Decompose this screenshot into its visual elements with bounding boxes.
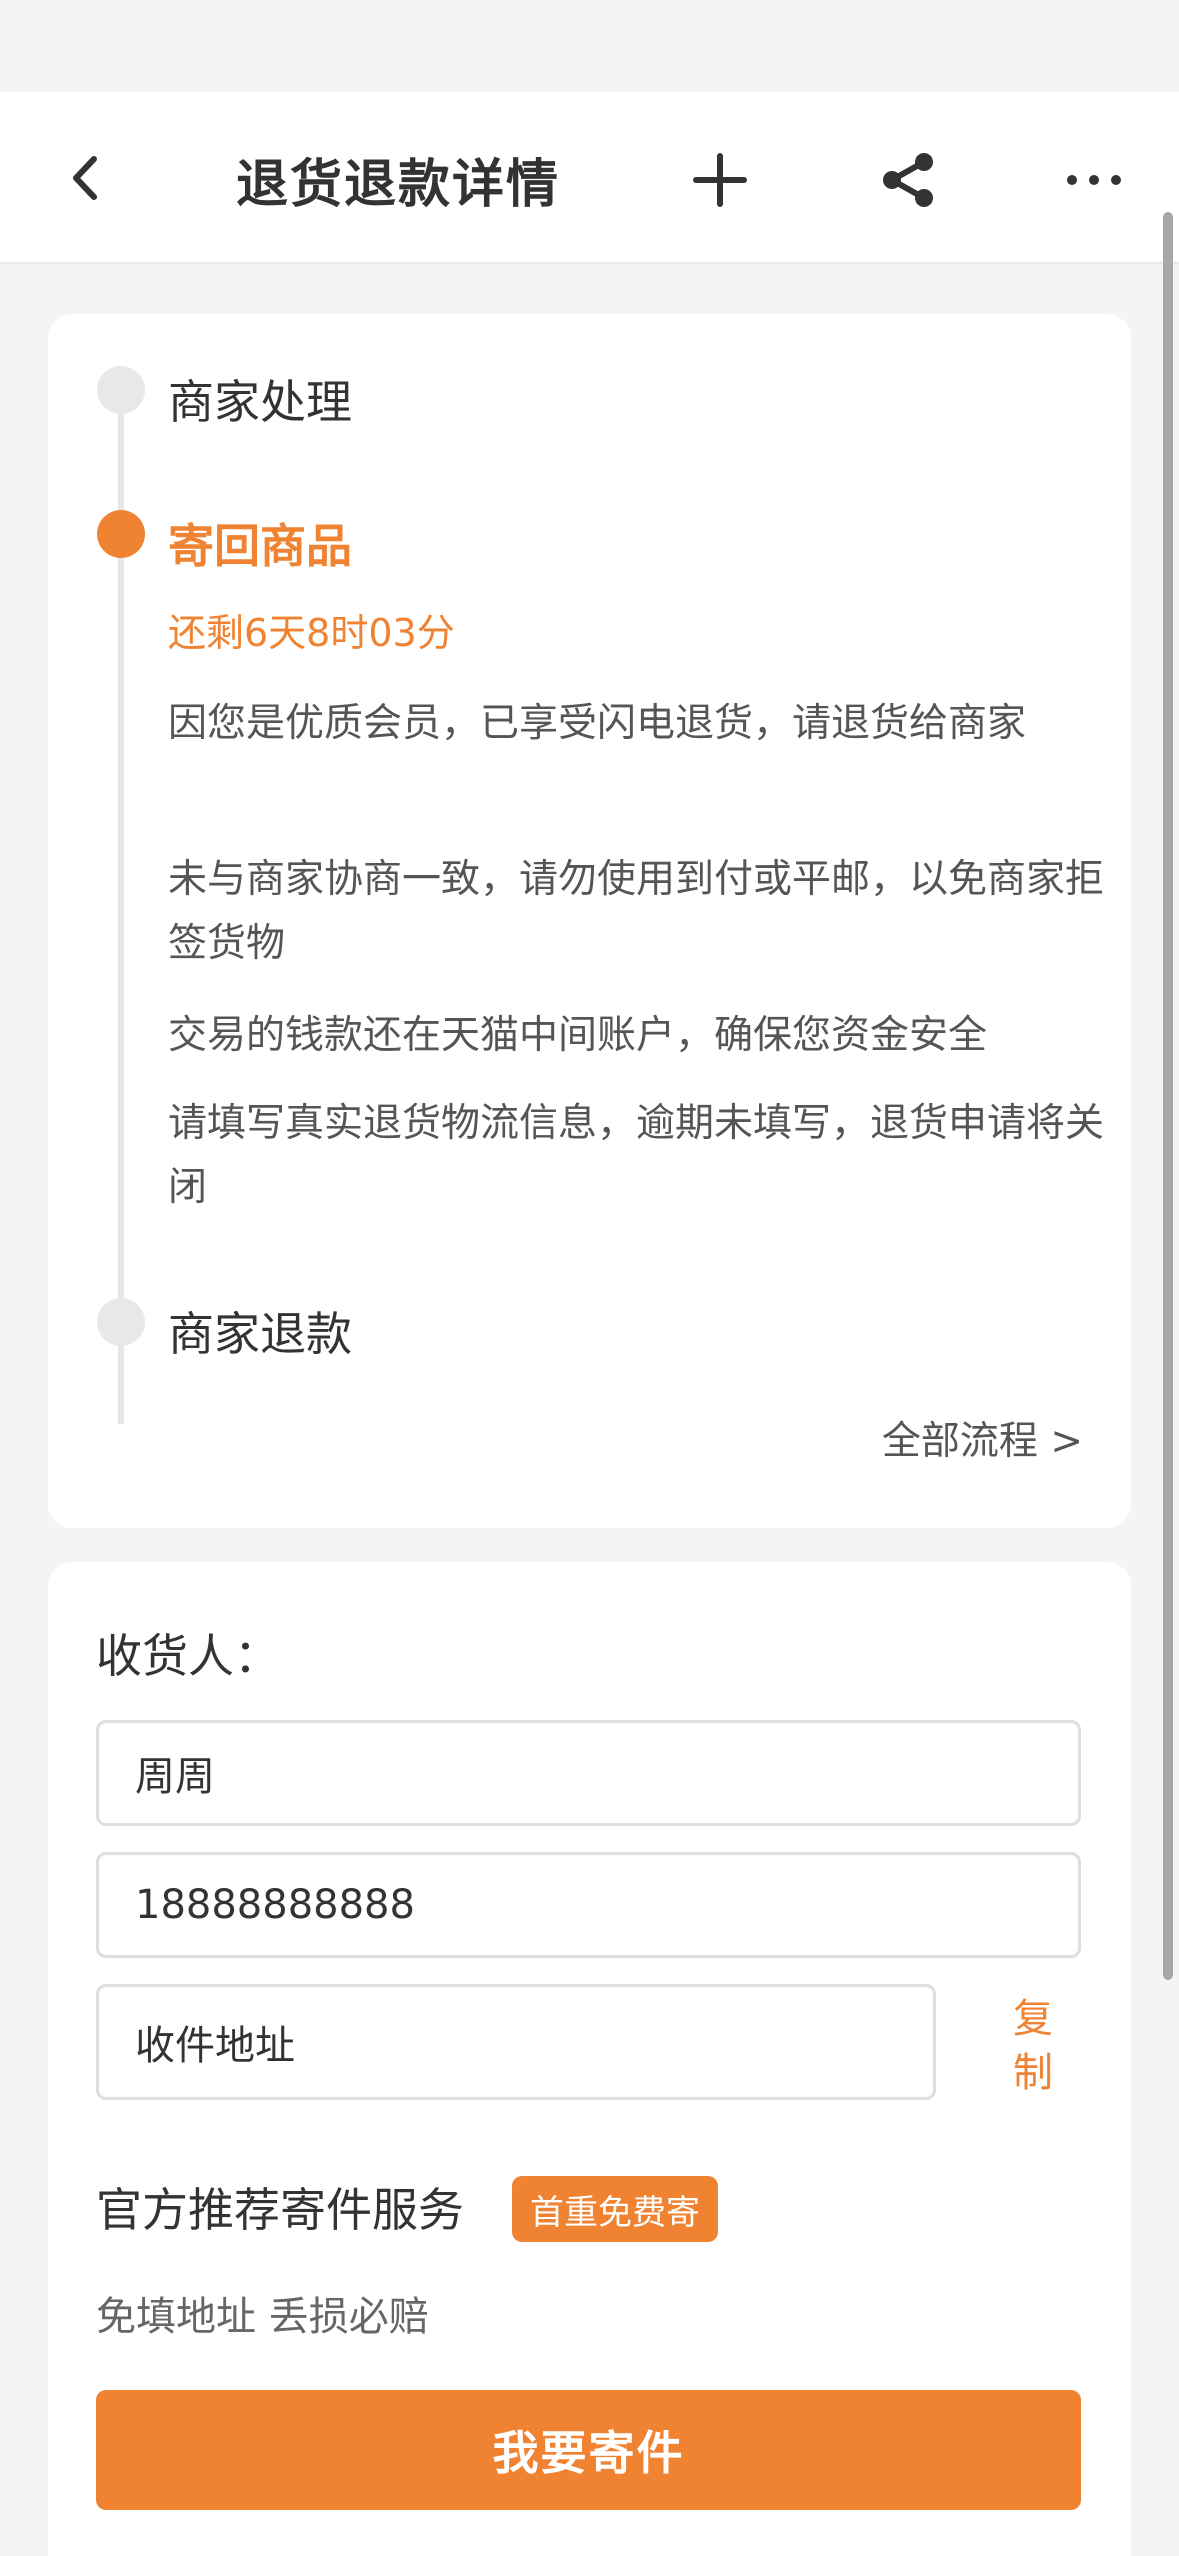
free-shipping-badge: 首重免费寄 <box>512 2176 718 2242</box>
receiver-label: 收货人： <box>96 1629 280 1683</box>
add-button[interactable] <box>682 142 758 218</box>
shipping-service-subtitle: 免填地址 丢损必赔 <box>96 2294 429 2340</box>
step-dot-current <box>97 510 145 558</box>
step-dot-done <box>97 366 145 414</box>
note-item: 请填写真实退货物流信息，逾期未填写，退货申请将关闭 <box>168 1101 1105 1210</box>
receiver-name-field[interactable]: 周周 <box>96 1720 1081 1826</box>
note-item: 未与商家协商一致，请勿使用到付或平邮，以免商家拒签货物 <box>168 857 1105 966</box>
status-bar <box>0 0 1179 92</box>
note-item: 因您是优质会员，已享受闪电退货，请退货给商家 <box>168 701 1027 746</box>
step-return-goods: 寄回商品 <box>168 519 352 573</box>
step-merchant-process: 商家处理 <box>168 375 352 429</box>
plus-icon <box>693 153 747 207</box>
note-item: 交易的钱款还在天猫中间账户，确保您资金安全 <box>168 1013 988 1058</box>
back-icon <box>73 156 97 200</box>
receiver-address-field[interactable]: 收件地址 <box>96 1984 936 2100</box>
countdown-text: 还剩6天8时03分 <box>168 611 455 655</box>
step-dot-pending <box>97 1298 145 1346</box>
back-button[interactable] <box>55 140 115 216</box>
receiver-card: 收货人： 周周 18888888888 收件地址 复制 官方推荐寄件服务 首重免… <box>48 1562 1131 2556</box>
more-button[interactable] <box>1056 142 1132 218</box>
share-button[interactable] <box>870 142 946 218</box>
refund-progress-card: 商家处理 寄回商品 还剩6天8时03分 因您是优质会员，已享受闪电退货，请退货给… <box>48 314 1131 1528</box>
share-icon <box>883 153 933 207</box>
shipping-service-title: 官方推荐寄件服务 <box>96 2183 464 2237</box>
step-merchant-refund: 商家退款 <box>168 1307 352 1361</box>
page-title: 退货退款详情 <box>236 155 561 215</box>
scrollbar[interactable] <box>1163 212 1173 1980</box>
all-flow-link[interactable]: 全部流程 > <box>882 1410 1083 1466</box>
more-icon <box>1067 175 1121 185</box>
send-package-button[interactable]: 我要寄件 <box>96 2390 1081 2510</box>
copy-button[interactable]: 复制 <box>998 1992 1068 2100</box>
nav-bar: 退货退款详情 <box>0 92 1179 264</box>
receiver-phone-field[interactable]: 18888888888 <box>96 1852 1081 1958</box>
